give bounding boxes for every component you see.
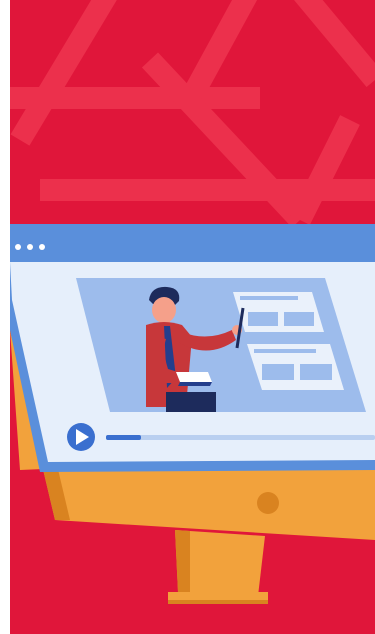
monitor-base-shadow bbox=[168, 600, 268, 604]
progress-fill bbox=[106, 435, 141, 440]
progress-track[interactable] bbox=[106, 435, 375, 440]
hero-illustration bbox=[0, 0, 375, 634]
window-dots-icon bbox=[15, 244, 45, 250]
book-icon bbox=[176, 372, 212, 386]
monitor-power-button bbox=[257, 492, 279, 514]
online-lesson-illustration bbox=[0, 0, 375, 634]
left-page-edge bbox=[0, 0, 10, 634]
